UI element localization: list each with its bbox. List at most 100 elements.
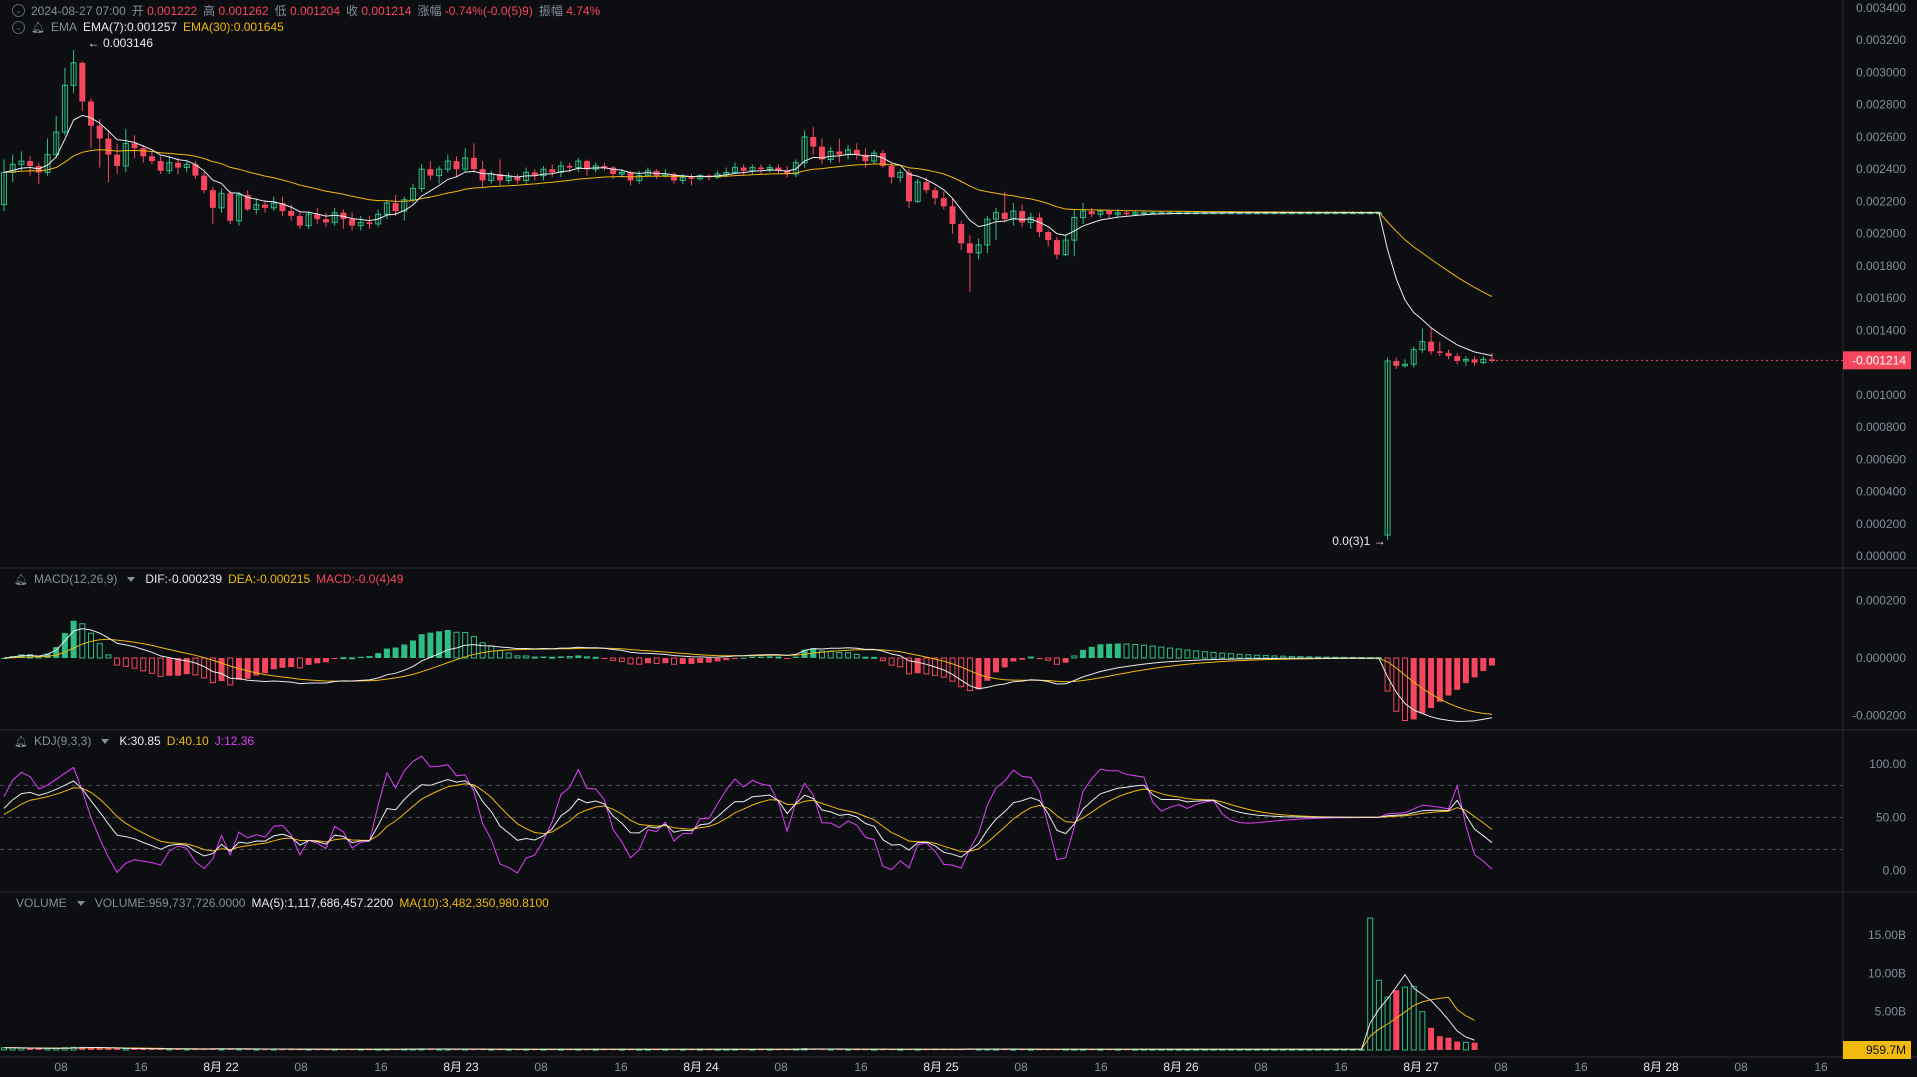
candle-body xyxy=(314,214,321,220)
chevron-down-icon[interactable] xyxy=(76,900,85,906)
chevron-down-icon[interactable] xyxy=(101,738,110,744)
macd-bar xyxy=(262,658,269,674)
macd-bar xyxy=(1236,653,1243,659)
macd-bar xyxy=(1489,658,1495,666)
volume-bar xyxy=(1454,1041,1461,1050)
macd-bar xyxy=(340,657,347,660)
macd-bar xyxy=(958,657,965,688)
macd-bar xyxy=(1106,643,1113,658)
macd-bar xyxy=(1210,651,1217,659)
volume-legend[interactable]: VOLUME VOLUME:959,737,726.0000 MA(5):1,1… xyxy=(16,896,549,910)
close-value: 0.001214 xyxy=(361,4,412,18)
macd-bar xyxy=(175,658,182,676)
x-tick-label: 16 xyxy=(854,1060,868,1074)
macd-bar xyxy=(679,658,686,664)
macd-bar xyxy=(923,657,930,675)
macd-bar xyxy=(122,657,129,667)
macd-bar xyxy=(1149,645,1156,659)
macd-bar xyxy=(897,657,904,668)
macd-bar xyxy=(409,640,416,658)
candle-body xyxy=(1001,212,1008,220)
macd-bar xyxy=(244,658,251,679)
ema-legend[interactable]: ⌄ 🔔︎ EMA EMA(7):0.001257 EMA(30):0.00164… xyxy=(12,20,284,34)
macd-bar xyxy=(1201,651,1208,659)
macd-bar xyxy=(1428,658,1435,709)
macd-bar xyxy=(1071,655,1078,659)
x-tick-label: 16 xyxy=(374,1060,388,1074)
macd-bar xyxy=(697,658,704,663)
macd-bar xyxy=(949,657,956,682)
change-label: 涨幅 xyxy=(417,4,442,18)
macd-bar xyxy=(836,651,843,659)
high-value: 0.001262 xyxy=(218,4,269,18)
y-tick-label: 0.003000 xyxy=(1856,65,1906,79)
macd-bar xyxy=(662,658,669,664)
chevron-down-icon[interactable] xyxy=(127,576,136,582)
y-tick-label: 0.001400 xyxy=(1856,323,1906,337)
trading-chart[interactable]: 0.003400 0.003200 0.003000 0.002800 0.002600… xyxy=(0,0,1917,1077)
macd-bar xyxy=(392,647,399,658)
candle-body xyxy=(905,172,912,202)
macd-bar xyxy=(584,656,591,659)
macd-bar xyxy=(575,655,582,658)
candle-body xyxy=(1436,351,1443,353)
bell-icon[interactable]: 🔔︎ xyxy=(14,573,28,586)
candle-body xyxy=(1149,212,1156,215)
macd-bar xyxy=(157,657,164,677)
macd-bar xyxy=(636,657,643,665)
macd-bar xyxy=(1245,654,1252,659)
macd-bar xyxy=(627,657,634,665)
x-tick-label: 08 xyxy=(1734,1060,1748,1074)
y-tick-label: 0.000800 xyxy=(1856,420,1906,434)
candle-body xyxy=(1471,359,1478,363)
macd-legend[interactable]: 🔔︎ MACD(12,26,9) DIF:-0.000239 DEA:-0.00… xyxy=(14,572,403,586)
volume-bar xyxy=(105,1048,112,1050)
chart-canvas[interactable]: 0.003400 0.003200 0.003000 0.002800 0.002600… xyxy=(0,0,1917,1077)
macd-bar xyxy=(1471,658,1478,678)
macd-bar xyxy=(1062,658,1069,663)
collapse-icon[interactable]: ⌄ xyxy=(12,4,25,17)
candle-body xyxy=(514,177,521,181)
macd-bar xyxy=(1114,643,1121,658)
candle-body xyxy=(566,165,573,168)
macd-bar xyxy=(349,657,356,660)
volume-bar xyxy=(1445,1037,1452,1050)
volume-tick-label: 10.00B xyxy=(1868,966,1906,980)
macd-bar xyxy=(792,656,799,658)
y-tick-label: 0.000000 xyxy=(1856,549,1906,563)
candle-body xyxy=(322,219,329,223)
volume-bar xyxy=(114,1048,121,1050)
kdj-legend[interactable]: 🔔︎ KDJ(9,3,3) K:30.85 D:40.10 J:12.36 xyxy=(14,734,254,748)
y-tick-label: 0.003200 xyxy=(1856,33,1906,47)
candle-body xyxy=(105,138,112,155)
kdj-k-line xyxy=(3,778,1493,858)
macd-bar xyxy=(427,632,434,658)
macd-bar xyxy=(1462,658,1469,684)
macd-dea: DEA:-0.000215 xyxy=(228,572,311,586)
macd-bar xyxy=(1280,655,1287,659)
x-tick-label: 8月 24 xyxy=(683,1060,719,1074)
kdj-k: K:30.85 xyxy=(119,734,161,748)
macd-value: MACD:-0.0(4)49 xyxy=(316,572,404,586)
candle-body xyxy=(949,206,956,224)
macd-bar xyxy=(1254,654,1261,659)
x-tick-label: 8月 22 xyxy=(203,1060,239,1074)
macd-bar xyxy=(758,656,765,658)
macd-bar xyxy=(1436,658,1443,702)
high-marker-label: ← 0.003146 xyxy=(88,36,154,50)
macd-bar xyxy=(514,655,521,659)
macd-bar xyxy=(888,657,895,666)
macd-bar xyxy=(871,656,878,659)
y-tick-label: 0.000400 xyxy=(1856,485,1906,499)
volume-bar xyxy=(1462,1041,1469,1051)
macd-bar xyxy=(322,658,329,663)
kdj-tick-label: 50.00 xyxy=(1876,810,1906,824)
macd-bar xyxy=(192,657,199,676)
macd-bar xyxy=(1401,657,1408,722)
macd-bar xyxy=(1019,658,1026,660)
bell-icon[interactable]: 🔔︎ xyxy=(14,735,28,748)
x-tick-label: 8月 27 xyxy=(1403,1060,1439,1074)
bell-icon[interactable]: 🔔︎ xyxy=(31,21,45,34)
collapse-icon[interactable]: ⌄ xyxy=(12,20,25,34)
candle-body xyxy=(1393,360,1400,366)
